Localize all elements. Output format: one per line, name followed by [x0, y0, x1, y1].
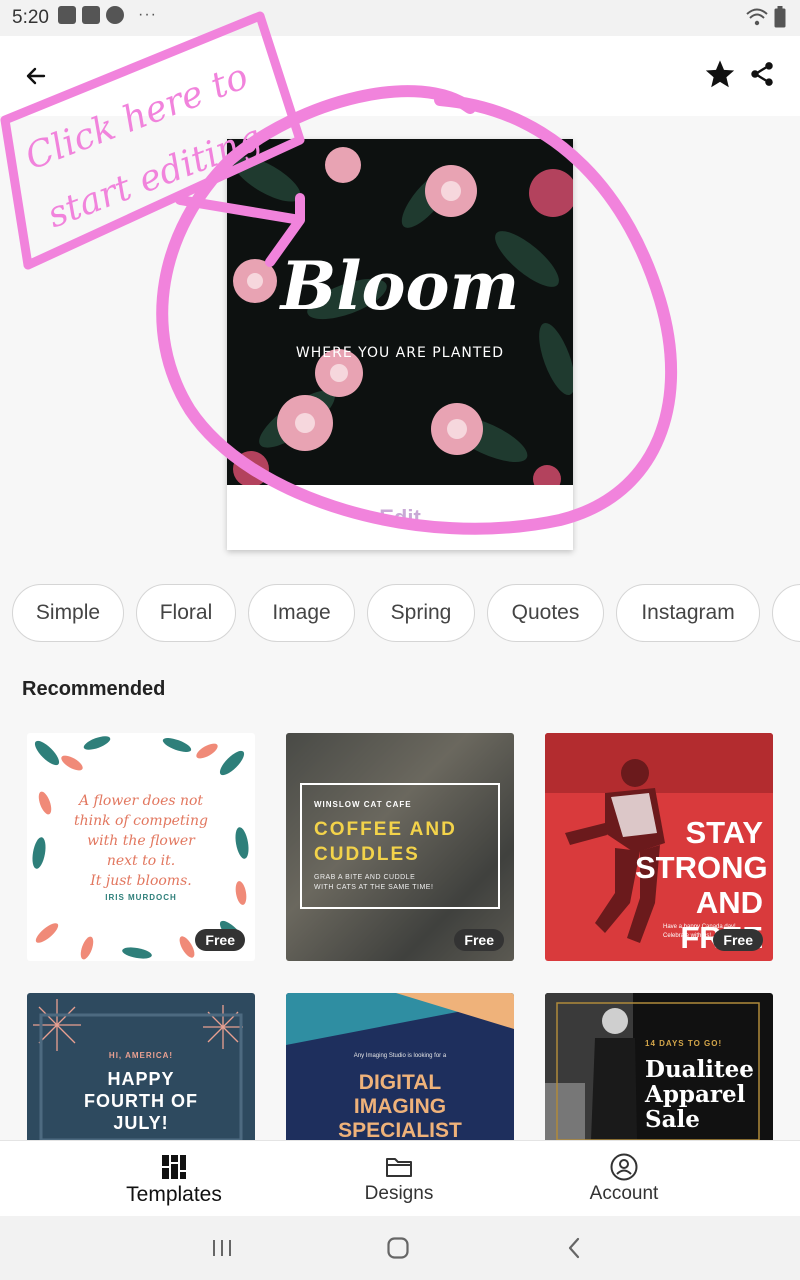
- share-button[interactable]: [744, 56, 780, 92]
- status-system-icons: [746, 6, 786, 28]
- headline-line: FOURTH OF: [84, 1091, 198, 1111]
- quote-line: A flower does not: [78, 793, 204, 809]
- quote-line: with the flower: [87, 833, 195, 849]
- nav-account[interactable]: Account: [534, 1141, 714, 1217]
- share-icon: [751, 62, 773, 86]
- recommended-heading: Recommended: [22, 678, 166, 700]
- template-preview-card[interactable]: Bloom WHERE YOU ARE PLANTED Edit: [227, 139, 573, 550]
- tile-headline: Dualitee Apparel Sale: [645, 1057, 754, 1132]
- chip-image[interactable]: Image: [248, 584, 355, 642]
- quote-text: A flower does not think of competing wit…: [27, 791, 255, 891]
- headline-line: Apparel: [645, 1081, 746, 1108]
- category-chips: Simple Floral Image Spring Quotes Instag…: [0, 584, 800, 642]
- tile-headline: COFFEE AND CUDDLES: [314, 817, 457, 867]
- folder-icon: [385, 1153, 413, 1181]
- quote-line: It just blooms.: [90, 873, 192, 889]
- status-time: 5:20: [12, 7, 49, 28]
- quote-author: IRIS MURDOCH: [105, 893, 177, 902]
- recent-apps-icon: [213, 1240, 231, 1256]
- download-icon: [106, 6, 124, 24]
- template-tile-apparel-sale[interactable]: 14 DAYS TO GO! Dualitee Apparel Sale: [545, 993, 773, 1140]
- nav-label: Templates: [126, 1183, 222, 1206]
- tile-headline: DIGITAL IMAGING SPECIALIST: [286, 1071, 514, 1140]
- headline-line: SPECIALIST: [338, 1119, 462, 1140]
- tile-headline: HAPPY FOURTH OF JULY!: [27, 1068, 255, 1134]
- check-shield-icon: [82, 6, 100, 24]
- arrow-left-icon: [26, 67, 46, 85]
- headline-line: STRONG: [635, 850, 768, 885]
- tile-kicker: HI, AMERICA!: [108, 1051, 174, 1060]
- templates-grid-icon: [160, 1153, 188, 1181]
- chip-simple[interactable]: Simple: [12, 584, 124, 642]
- template-tile-fourth-of-july[interactable]: HI, AMERICA! HAPPY FOURTH OF JULY!: [27, 993, 255, 1140]
- free-badge: Free: [195, 929, 245, 951]
- template-preview-image[interactable]: Bloom WHERE YOU ARE PLANTED: [227, 139, 573, 485]
- recent-apps-button[interactable]: [202, 1232, 242, 1264]
- account-icon: [610, 1153, 638, 1181]
- chip-floral[interactable]: Floral: [136, 584, 236, 642]
- tile-body: GRAB A BITE AND CUDDLE WITH CATS AT THE …: [314, 873, 433, 893]
- free-badge: Free: [713, 929, 763, 951]
- system-navigation-bar: [0, 1216, 800, 1280]
- template-tile-digital-imaging[interactable]: Any Imaging Studio is looking for a DIGI…: [286, 993, 514, 1140]
- edit-button[interactable]: Edit: [227, 485, 573, 550]
- home-icon: [387, 1237, 409, 1259]
- chip-quotes[interactable]: Quotes: [487, 584, 604, 642]
- free-badge: Free: [454, 929, 504, 951]
- headline-line: Dualitee: [645, 1056, 754, 1083]
- tile-kicker: 14 DAYS TO GO!: [645, 1039, 723, 1048]
- headline-line: Sale: [645, 1106, 700, 1133]
- status-notification-icons: ···: [58, 6, 157, 24]
- nav-label: Designs: [364, 1183, 434, 1204]
- tile-kicker: Any Imaging Studio is looking for a: [353, 1053, 447, 1059]
- system-back-button[interactable]: [554, 1232, 594, 1264]
- favorite-button[interactable]: [702, 56, 738, 92]
- headline-line: HAPPY: [107, 1069, 175, 1089]
- headline-line: COFFEE AND: [314, 819, 457, 840]
- nav-label: Account: [589, 1183, 659, 1204]
- nav-templates[interactable]: Templates: [84, 1141, 264, 1217]
- more-dots-icon: ···: [138, 6, 157, 23]
- chip-instagram[interactable]: Instagram: [616, 584, 760, 642]
- tile-kicker: WINSLOW CAT CAFE: [314, 800, 412, 809]
- nav-designs[interactable]: Designs: [309, 1141, 489, 1217]
- quote-line: think of competing: [73, 813, 208, 829]
- home-button[interactable]: [378, 1232, 418, 1264]
- chip-spring[interactable]: Spring: [367, 584, 475, 642]
- star-icon: [705, 60, 735, 88]
- headline-line: JULY!: [113, 1113, 169, 1133]
- template-tile-quote[interactable]: A flower does not think of competing wit…: [27, 733, 255, 961]
- battery-icon: [774, 6, 786, 28]
- back-button[interactable]: [18, 58, 54, 94]
- preview-title: Bloom: [280, 247, 520, 325]
- gallery-icon: [58, 6, 76, 24]
- body-line: WITH CATS AT THE SAME TIME!: [314, 884, 434, 891]
- wifi-icon: [746, 8, 768, 26]
- preview-subtitle: WHERE YOU ARE PLANTED: [295, 345, 505, 361]
- bottom-navigation: Templates Designs Account: [0, 1140, 800, 1216]
- body-line: GRAB A BITE AND CUDDLE: [314, 874, 416, 881]
- quote-line: next to it.: [106, 853, 176, 869]
- template-tile-coffee-cuddles[interactable]: WINSLOW CAT CAFE COFFEE AND CUDDLES GRAB…: [286, 733, 514, 961]
- template-tile-stay-strong[interactable]: STAY STRONG AND FREE Have a happy Canada…: [545, 733, 773, 961]
- status-bar: 5:20 ···: [0, 0, 800, 36]
- headline-line: DIGITAL: [358, 1071, 442, 1094]
- chip-partial[interactable]: [772, 584, 800, 642]
- headline-line: IMAGING: [353, 1095, 447, 1118]
- headline-line: STAY: [685, 815, 763, 850]
- back-nav-icon: [568, 1237, 580, 1259]
- headline-line: CUDDLES: [314, 844, 420, 865]
